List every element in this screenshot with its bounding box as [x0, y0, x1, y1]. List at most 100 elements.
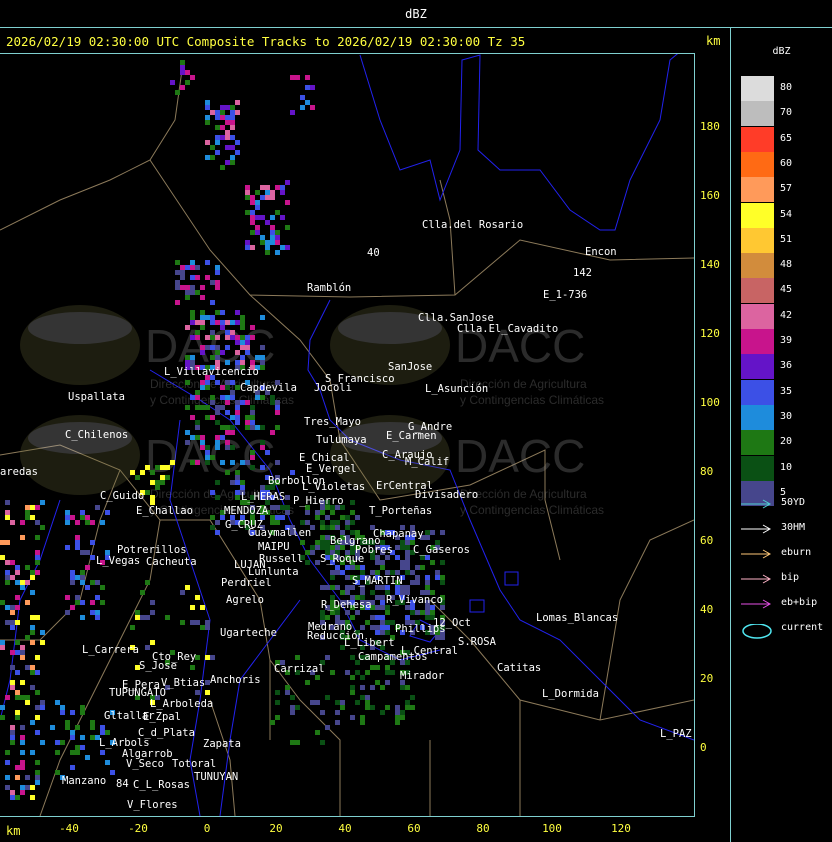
legend-track-current: current	[739, 622, 829, 639]
place-label: L_Carrera	[82, 644, 139, 656]
place-label: Phillips	[395, 623, 446, 635]
legend-swatch-label: 48	[780, 259, 793, 271]
legend-title: dBZ	[772, 46, 791, 57]
place-label: E_Carmen	[386, 430, 437, 442]
place-label: E_Challao	[136, 505, 193, 517]
dacc-logo-line2: y Contingencias Climáticas	[460, 393, 604, 407]
legend-swatch-label: 51	[780, 233, 793, 245]
legend-swatch-label: 35	[780, 385, 793, 397]
legend-track-label: eb+bip	[781, 597, 818, 608]
place-label: L_Villavicencio	[164, 366, 259, 378]
place-label: Encon	[585, 246, 617, 258]
composite-tracks-title: 2026/02/19 02:30:00 UTC Composite Tracks…	[6, 34, 526, 49]
legend-track-label: current	[781, 622, 824, 633]
place-label: S_MARTIN	[352, 575, 403, 587]
legend-track-label: eburn	[781, 547, 812, 558]
legend-swatch	[741, 151, 774, 177]
place-label: 40	[367, 247, 380, 259]
map-bottom-border	[0, 816, 695, 817]
place-label: S_Jose	[139, 660, 177, 672]
place-label: E_Zpal	[143, 711, 181, 723]
place-label: Chapanay	[373, 528, 424, 540]
place-label: Campamentos	[358, 651, 428, 663]
place-label: MENDOZA	[224, 505, 269, 517]
place-label: L_HERAS	[241, 491, 286, 503]
place-label: L_Asunción	[425, 383, 489, 395]
x-tick-label: 0	[203, 822, 211, 835]
place-label: L_Dormida	[542, 688, 599, 700]
legend-swatch	[741, 76, 774, 101]
x-tick-label: 20	[269, 822, 283, 835]
place-label: Russell	[259, 553, 304, 565]
legend-swatch	[741, 379, 774, 405]
place-label: Tulumaya	[316, 434, 367, 446]
arrow-icon	[741, 524, 772, 534]
legend-swatch-label: 60	[780, 157, 793, 169]
dacc-logo-line2: y Contingencias Climáticas	[460, 503, 604, 517]
place-label: Ugarteche	[220, 627, 277, 639]
place-label: P_Hierro	[293, 495, 344, 507]
legend-swatch-label: 36	[780, 360, 793, 372]
legend-swatch	[741, 404, 774, 430]
legend-swatch	[741, 101, 774, 127]
place-label: Perdriel	[221, 577, 272, 589]
place-label: V_Btias	[161, 677, 206, 689]
legend-swatch-label: 20	[780, 436, 793, 448]
place-label: MAIPU	[258, 541, 290, 553]
place-label: V_Flores	[127, 799, 178, 811]
place-label: Divisadero	[415, 489, 479, 501]
place-label: Anchoris	[210, 674, 261, 686]
place-label: C_Gaseros	[413, 544, 470, 556]
y-tick-label: 140	[700, 258, 720, 271]
y-tick-label: 60	[700, 534, 714, 547]
x-tick-label: -20	[128, 822, 148, 835]
place-label: SanJose	[388, 361, 433, 373]
place-label: Zapata	[203, 738, 241, 750]
dbz-legend: dBZ 80 70 65 60 57 54 51 48 45 42 39 36 35 30 20 10 5 50…	[731, 28, 832, 842]
place-label: C_Chilenos	[65, 429, 129, 441]
y-tick-label: 40	[700, 603, 714, 616]
legend-swatch	[741, 329, 774, 354]
place-label: L_Violetas	[302, 481, 366, 493]
legend-swatch-label: 54	[780, 208, 793, 220]
map-right-border	[694, 53, 695, 816]
place-label: R_Vivanco	[386, 594, 443, 606]
x-tick-label: 100	[542, 822, 562, 835]
legend-track-bip: bip	[739, 572, 829, 586]
place-label: V_Seco	[126, 758, 164, 770]
place-label: L_PAZ	[660, 728, 692, 740]
legend-track-50yd: 50YD	[739, 497, 829, 511]
legend-track-eb-bip: eb+bip	[739, 597, 829, 611]
place-label: Capdevila	[240, 382, 297, 394]
place-label: S_Roque	[320, 553, 365, 565]
y-tick-label: 20	[700, 672, 714, 685]
ellipse-icon	[742, 624, 772, 639]
arrow-icon	[741, 574, 772, 584]
legend-swatch	[741, 278, 774, 304]
place-label: Guaymallen	[248, 527, 312, 539]
place-label: Carrizal	[274, 663, 325, 675]
panel-title: dBZ	[405, 7, 427, 21]
place-label: Manzano	[62, 775, 107, 787]
place-label: Lomas_Blancas	[536, 612, 619, 624]
legend-swatch	[741, 227, 774, 253]
legend-swatch	[741, 430, 774, 456]
arrow-icon	[741, 549, 772, 559]
legend-swatch	[741, 126, 774, 152]
place-label: Totoral	[172, 758, 217, 770]
x-tick-label: -40	[59, 822, 79, 835]
place-label: Clla.El_Cavadito	[457, 323, 559, 335]
legend-swatch-label: 42	[780, 309, 793, 321]
legend-swatch	[741, 177, 774, 203]
x-tick-label: 40	[338, 822, 352, 835]
x-tick-label: 60	[407, 822, 421, 835]
legend-swatch-label: 45	[780, 284, 793, 296]
place-label: TUNUYAN	[194, 771, 239, 783]
x-tick-label: 120	[611, 822, 631, 835]
place-label: Catitas	[497, 662, 542, 674]
place-label: L_Arboleda	[150, 698, 214, 710]
place-label: Mirador	[400, 670, 445, 682]
legend-swatch-label: 70	[780, 107, 793, 119]
legend-track-eburn: eburn	[739, 547, 829, 561]
place-label: Tres_Mayo	[304, 416, 361, 428]
